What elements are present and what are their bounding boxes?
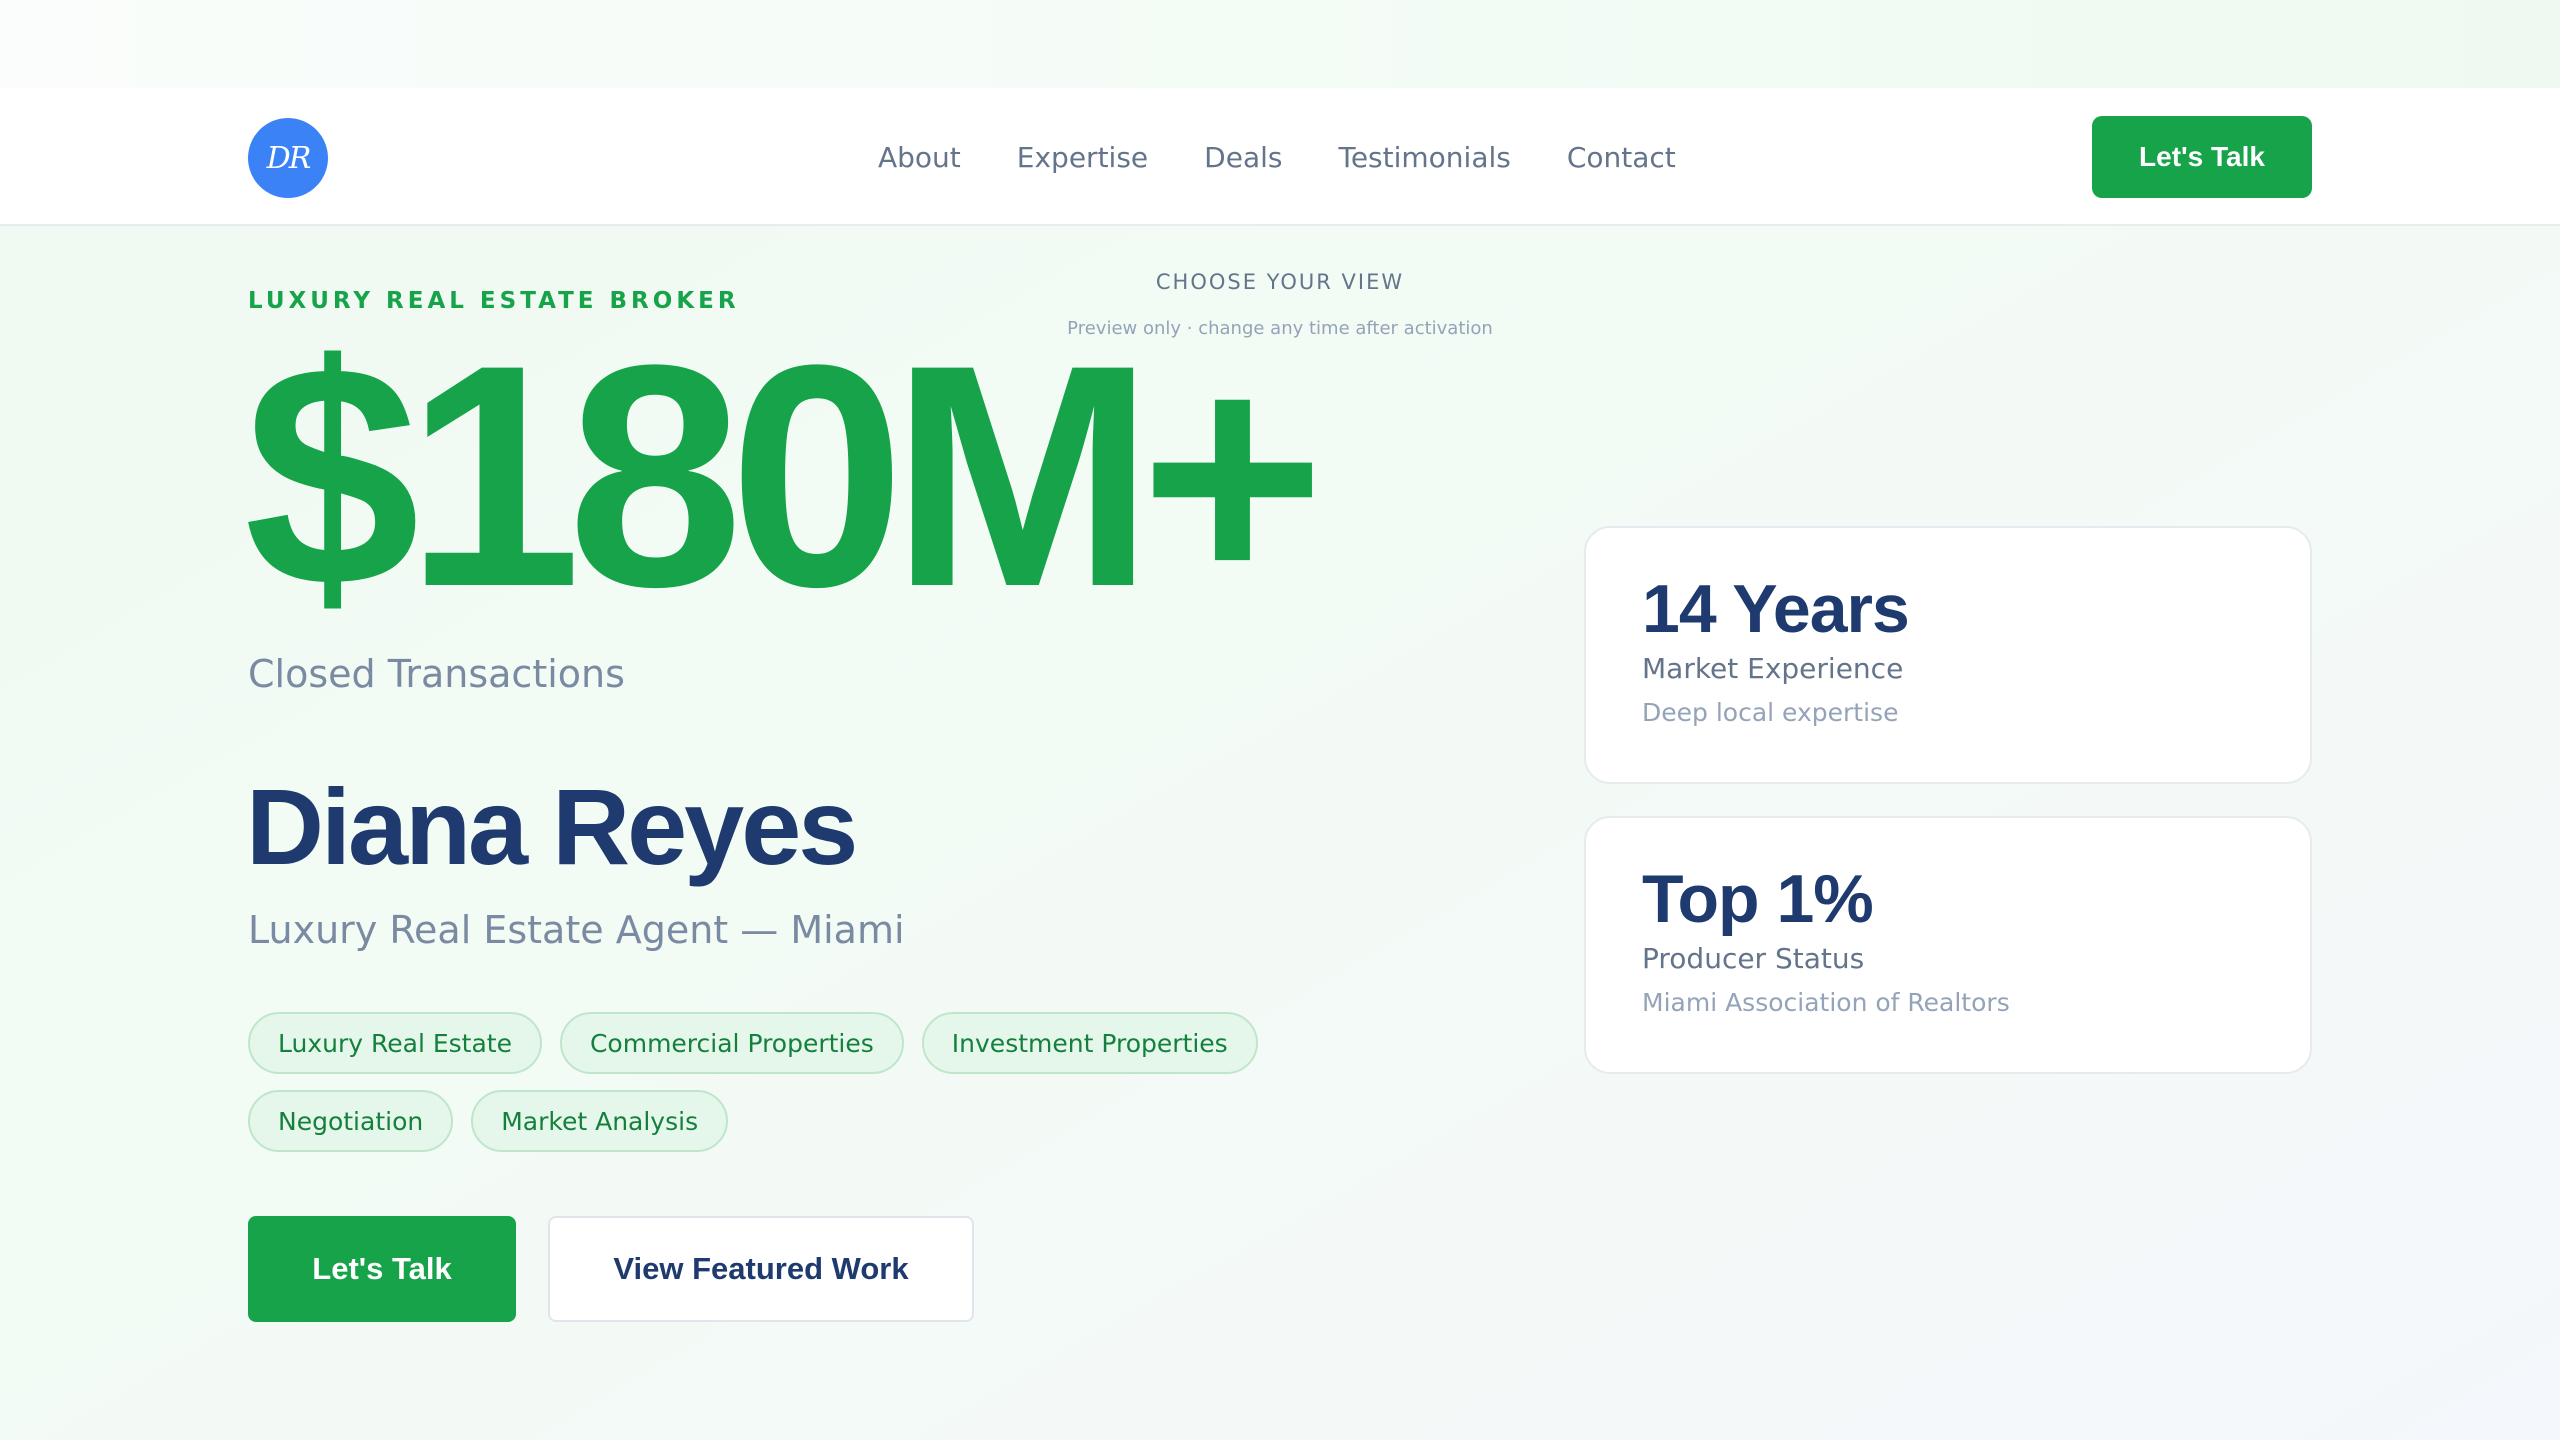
stat-card-producer-status: Top 1% Producer Status Miami Association… [1584,816,2312,1074]
nav-link-testimonials[interactable]: Testimonials [1338,141,1510,174]
stat-card-experience: 14 Years Market Experience Deep local ex… [1584,526,2312,784]
tag-commercial-properties[interactable]: Commercial Properties [559,1012,904,1074]
hero-stat-caption: Closed Transactions [248,652,625,696]
card-subtext: Miami Association of Realtors [1642,988,2010,1017]
card-subtext: Deep local expertise [1642,698,1899,727]
card-value: Top 1% [1642,861,1874,937]
nav-link-expertise[interactable]: Expertise [1017,141,1148,174]
tag-investment-properties[interactable]: Investment Properties [921,1012,1258,1074]
hero-lets-talk-button[interactable]: Let's Talk [248,1216,516,1322]
specialty-tags: Luxury Real Estate Commercial Properties… [248,1012,1328,1152]
view-featured-work-button[interactable]: View Featured Work [548,1216,974,1322]
card-label: Producer Status [1642,942,1865,975]
tag-negotiation[interactable]: Negotiation [248,1090,454,1152]
top-strip [0,0,2560,88]
nav-lets-talk-button[interactable]: Let's Talk [2092,116,2312,198]
logo[interactable]: DR [248,118,328,198]
tag-market-analysis[interactable]: Market Analysis [471,1090,729,1152]
navbar: DR About Expertise Deals Testimonials Co… [0,88,2560,226]
logo-monogram: DR [266,140,312,176]
card-label: Market Experience [1642,652,1904,685]
nav-link-contact[interactable]: Contact [1567,141,1676,174]
agent-name: Diana Reyes [246,766,858,887]
card-value: 14 Years [1642,571,1910,647]
agent-role: Luxury Real Estate Agent — Miami [248,908,905,952]
tag-luxury-real-estate[interactable]: Luxury Real Estate [248,1012,542,1074]
nav-link-about[interactable]: About [878,141,961,174]
view-picker-title: CHOOSE YOUR VIEW [1155,270,1405,294]
nav-links: About Expertise Deals Testimonials Conta… [878,88,1676,226]
nav-link-deals[interactable]: Deals [1204,141,1282,174]
hero-stat-value: $180M+ [244,299,1325,652]
